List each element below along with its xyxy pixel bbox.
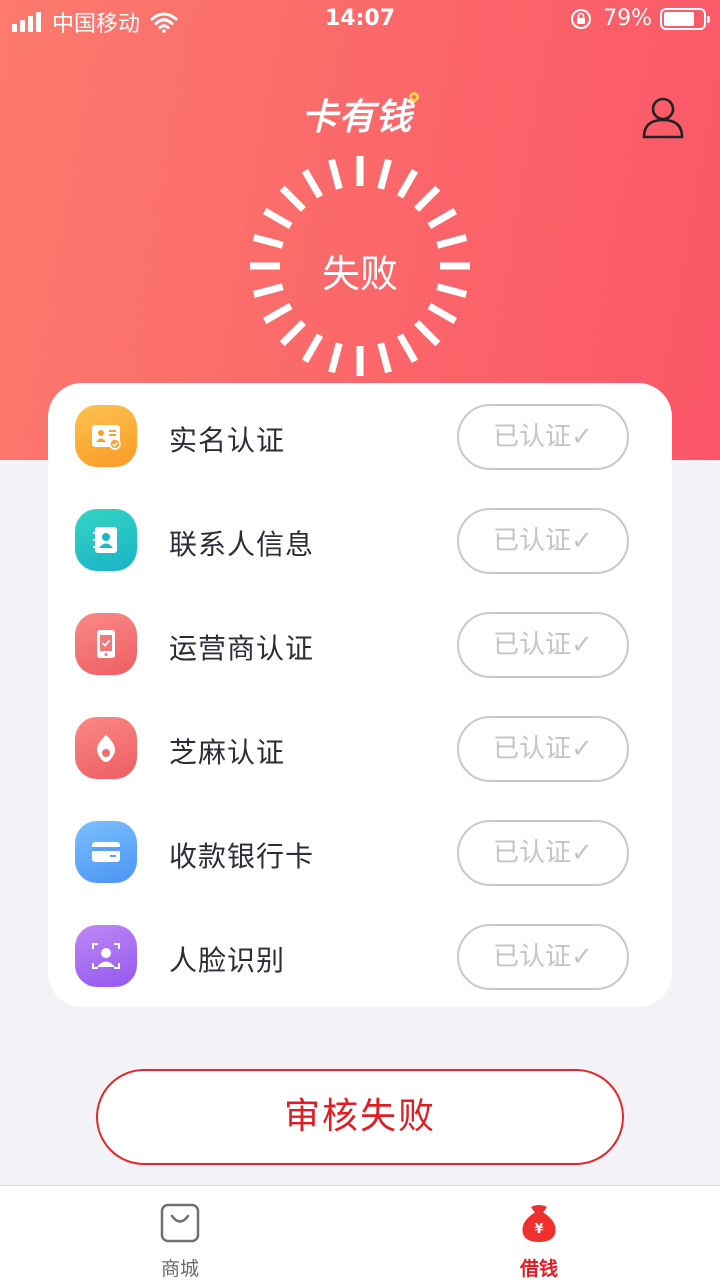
face-icon [75, 925, 137, 987]
spinner-tick [396, 168, 419, 199]
audit-status-text: 失败 [321, 252, 398, 296]
verification-label: 收款银行卡 [169, 840, 315, 873]
spinner-tick [396, 333, 419, 364]
sesame-icon [75, 717, 137, 779]
orientation-lock-icon [571, 8, 592, 29]
spinner-tick [377, 158, 392, 190]
spinner-tick [328, 342, 343, 374]
verification-row-contacts[interactable]: 联系人信息 已认证✓ [48, 487, 672, 591]
app-logo-text: 卡有钱 [301, 97, 413, 138]
spinner-tick [427, 302, 458, 325]
verification-row-carrier[interactable]: 运营商认证 已认证✓ [48, 591, 672, 695]
spinner-tick [262, 207, 293, 230]
bank-card-icon [75, 821, 137, 883]
verification-row-bank-card[interactable]: 收款银行卡 已认证✓ [48, 799, 672, 903]
id-card-icon [75, 405, 137, 467]
status-bar: 中国移动 14:07 79% [0, 0, 720, 40]
spinner-tick [427, 207, 458, 230]
tab-borrow[interactable]: ¥ 借钱 [479, 1186, 599, 1280]
verified-badge: 已认证✓ [457, 924, 629, 990]
svg-text:¥: ¥ [534, 1222, 543, 1237]
spinner-tick [328, 158, 343, 190]
app-logo: 卡有钱 [0, 88, 720, 140]
audit-result-button[interactable]: 审核失败 [96, 1069, 624, 1165]
tab-mall[interactable]: 商城 [120, 1186, 240, 1280]
tab-label: 商城 [160, 1258, 199, 1280]
battery-icon [660, 7, 710, 30]
logo-coin-icon [408, 92, 419, 102]
verification-card: 实名认证 已认证✓ 联系人信息 已认证✓ 运营商认证 已认证✓ 芝麻认证 已认证… [48, 383, 672, 1007]
verification-label: 运营商认证 [169, 632, 315, 665]
spinner-tick [301, 333, 324, 364]
spinner-tick [377, 342, 392, 374]
verified-badge: 已认证✓ [457, 716, 629, 782]
tab-label: 借钱 [519, 1258, 558, 1280]
contacts-icon [75, 509, 137, 571]
spinner-tick [262, 302, 293, 325]
spinner-tick [279, 320, 306, 347]
verification-label: 实名认证 [169, 424, 286, 457]
phone-icon [75, 613, 137, 675]
verified-badge: 已认证✓ [457, 820, 629, 886]
spinner-tick [301, 168, 324, 199]
verified-badge: 已认证✓ [457, 612, 629, 678]
verified-badge: 已认证✓ [457, 508, 629, 574]
spinner-tick [414, 185, 441, 212]
spinner-tick [414, 320, 441, 347]
verification-row-real-name[interactable]: 实名认证 已认证✓ [48, 383, 672, 487]
verified-badge: 已认证✓ [457, 404, 629, 470]
money-bag-icon: ¥ [522, 1205, 556, 1242]
battery-percent: 79% [603, 6, 652, 31]
verification-label: 人脸识别 [169, 944, 286, 977]
verification-label: 芝麻认证 [169, 736, 286, 769]
verification-label: 联系人信息 [169, 528, 315, 561]
shopping-bag-icon [160, 1203, 200, 1243]
bottom-tab-bar: 商城 ¥ 借钱 [0, 1185, 720, 1280]
user-profile-icon[interactable] [640, 94, 686, 140]
verification-row-face[interactable]: 人脸识别 已认证✓ [48, 903, 672, 1007]
spinner-tick [279, 185, 306, 212]
verification-row-sesame[interactable]: 芝麻认证 已认证✓ [48, 695, 672, 799]
